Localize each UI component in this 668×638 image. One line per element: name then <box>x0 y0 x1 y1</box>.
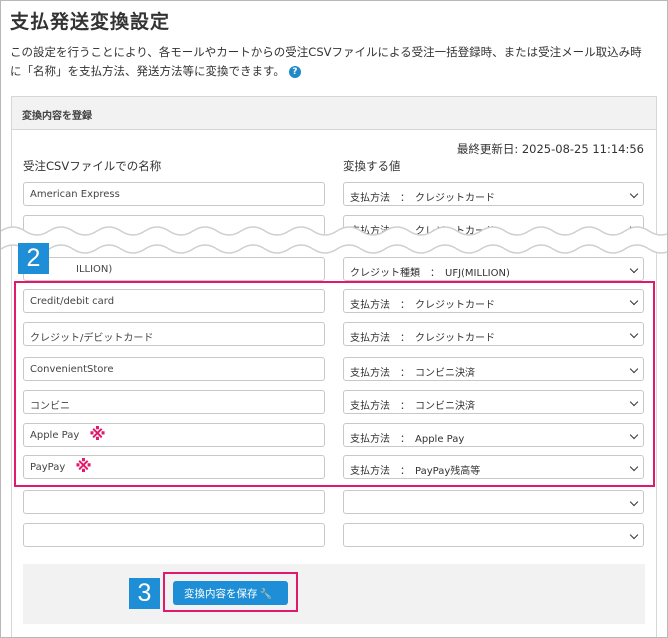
description-line-2: に「名称」を支払方法、発送方法等に変換できます。? <box>10 62 660 81</box>
mapping-row: American Express 支払方法 ： クレジットカード <box>12 182 656 206</box>
value-select[interactable]: クレジット種類 ： UFJ(MILLION) <box>343 257 644 281</box>
chevron-down-icon <box>629 189 639 199</box>
value-select[interactable] <box>343 490 644 514</box>
chevron-down-icon <box>629 264 639 274</box>
highlight-box-rows <box>14 281 655 487</box>
name-input[interactable]: American Express <box>23 182 325 206</box>
mapping-row-empty <box>12 490 656 514</box>
save-button[interactable]: 変換内容を保存 🔧 <box>173 581 288 605</box>
value-select[interactable] <box>343 523 644 547</box>
step-badge-2: 2 <box>18 243 49 274</box>
help-icon[interactable]: ? <box>288 65 301 78</box>
chevron-down-icon <box>629 530 639 540</box>
name-input[interactable] <box>23 523 325 547</box>
description-line-1: この設定を行うことにより、各モールやカートからの受注CSVファイルによる受注一括… <box>10 45 642 59</box>
name-input[interactable] <box>23 490 325 514</box>
wave-divider-icon <box>1 226 667 254</box>
page-frame: 支払発送変換設定 この設定を行うことにより、各モールやカートからの受注CSVファ… <box>0 0 668 638</box>
mapping-row-empty <box>12 523 656 547</box>
step-badge-3: 3 <box>129 578 160 609</box>
column-header-name: 受注CSVファイルでの名称 <box>23 159 162 173</box>
mapping-row-partial: ILLION) クレジット種類 ： UFJ(MILLION) <box>12 257 656 281</box>
name-input[interactable]: ILLION) <box>23 257 325 281</box>
save-button-label: 変換内容を保存 <box>184 588 258 600</box>
column-header-value: 変換する値 <box>343 159 401 173</box>
value-select[interactable]: 支払方法 ： クレジットカード <box>343 182 644 206</box>
value-select-label: クレジット種類 ： UFJ(MILLION) <box>350 268 510 279</box>
page-title: 支払発送変換設定 <box>10 11 171 33</box>
chevron-down-icon <box>629 497 639 507</box>
panel-footer <box>23 564 645 624</box>
last-updated: 最終更新日: 2025-08-25 11:14:56 <box>456 142 644 156</box>
omission-wave-band <box>1 223 667 257</box>
page-description: この設定を行うことにより、各モールやカートからの受注CSVファイルによる受注一括… <box>10 43 660 81</box>
wrench-icon: 🔧 <box>259 589 272 600</box>
value-select-label: 支払方法 ： クレジットカード <box>350 193 495 204</box>
panel-header: 変換内容を登録 <box>12 97 656 130</box>
